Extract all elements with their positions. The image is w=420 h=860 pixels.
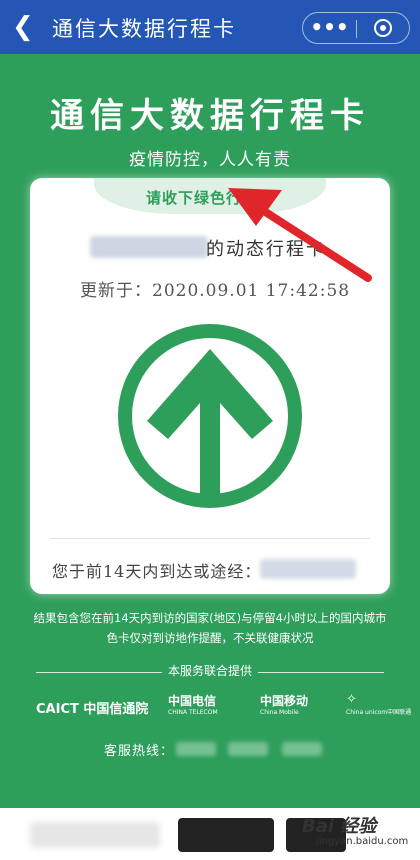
phone-number-redacted xyxy=(90,236,208,258)
more-icon[interactable]: ••• xyxy=(303,13,356,43)
notice-line-2: 色卡仅对到访地作提醒，不关联健康状况 xyxy=(106,631,314,645)
mobile-cn-text: 中国移动 xyxy=(260,694,309,708)
provider-label: 本服务联合提供 xyxy=(161,664,258,678)
nav-title: 通信大数据行程卡 xyxy=(52,17,236,41)
hotline-label: 客服热线： xyxy=(104,744,175,759)
back-icon[interactable]: ❮ xyxy=(12,12,40,42)
notice-text: 结果包含您在前14天内到访的国家(地区)与停留4小时以上的国内城市 色卡仅对到访… xyxy=(28,608,392,648)
telecom-en-text: CHINA TELECOM xyxy=(168,709,218,716)
hotline-number-3 xyxy=(282,742,322,756)
caict-logo: CAICT 中国信通院 xyxy=(36,702,149,717)
china-telecom-logo: 中国电信 CHINA TELECOM xyxy=(168,692,218,716)
mobile-en-text: China Mobile xyxy=(260,709,299,716)
provider-logos: CAICT 中国信通院 中国电信 CHINA TELECOM 中国移动 Chin… xyxy=(30,692,411,728)
china-mobile-logo: 中国移动 China Mobile xyxy=(260,692,308,716)
top-nav-bar: ❮ 通信大数据行程卡 ••• xyxy=(0,0,420,54)
unicom-en-text: China unicom中国联通 xyxy=(346,709,412,716)
notice-line-1: 结果包含您在前14天内到访的国家(地区)与停留4小时以上的国内城市 xyxy=(33,611,387,625)
mini-program-capsule: ••• xyxy=(302,12,410,44)
unicom-knot-icon: ✧ xyxy=(346,692,357,707)
card-divider xyxy=(50,538,370,539)
green-arrow-status-icon xyxy=(118,324,302,508)
china-unicom-logo: ✧ China unicom中国联通 xyxy=(346,692,411,716)
target-dot xyxy=(380,25,386,31)
page-title: 通信大数据行程卡 xyxy=(50,96,370,136)
baidu-watermark: Bai 经验 jingyan.baidu.com xyxy=(302,812,408,847)
hotline-number-2 xyxy=(228,742,268,756)
route-label: 您于前14天内到达或途经： xyxy=(52,562,262,581)
provider-label-wrap: 本服务联合提供 xyxy=(36,662,384,679)
route-places-redacted xyxy=(260,559,356,579)
watermark-sub: jingyan.baidu.com xyxy=(316,836,409,847)
watermark-main: Bai 经验 xyxy=(302,816,377,837)
red-pointer-arrow xyxy=(228,188,372,282)
close-mini-program-button[interactable] xyxy=(357,13,410,43)
page-subtitle: 疫情防控，人人有责 xyxy=(129,150,291,170)
bottom-text-redacted xyxy=(30,822,160,848)
hotline-number-1 xyxy=(176,742,216,756)
bottom-action-button[interactable] xyxy=(178,818,274,852)
telecom-cn-text: 中国电信 xyxy=(168,694,217,708)
provider-header: 本服务联合提供 xyxy=(36,662,384,682)
